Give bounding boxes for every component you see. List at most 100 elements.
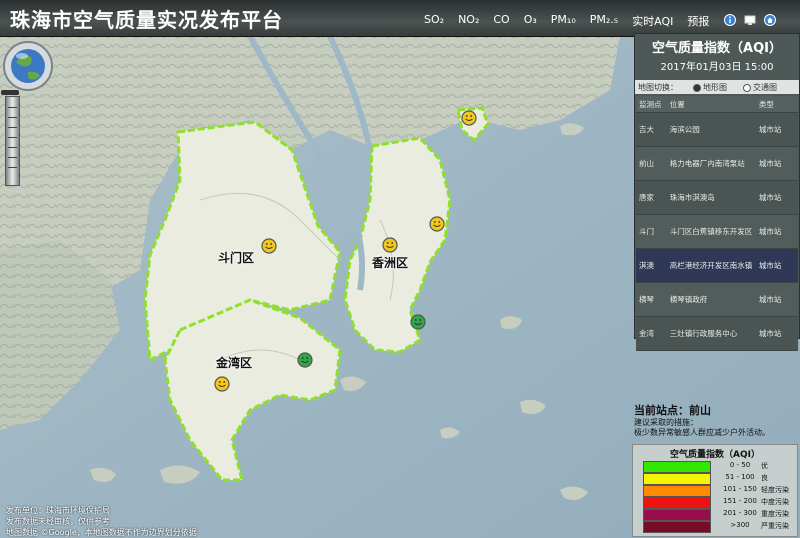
nav-no2[interactable]: NO₂ [458,13,479,29]
station-location-cell: 横琴镇政府 [668,282,758,317]
station-row[interactable]: 横琴 横琴镇政府 城市站 [636,282,798,317]
nav-o3[interactable]: O₃ [524,13,537,29]
station-marker-icon[interactable] [461,110,477,126]
legend-item: 51 - 100 良 [643,473,793,485]
station-row[interactable]: 唐家 珠海市淇澳岛 城市站 [636,180,798,215]
footer-publisher: 发布单位：珠海市环境保护局 [6,506,110,515]
legend-range: 0 - 50 [729,461,751,469]
station-marker-icon[interactable] [382,237,398,253]
radio-terrain-icon[interactable] [693,83,701,92]
zoom-thumb[interactable] [1,90,19,95]
station-marker-icon[interactable] [429,216,445,232]
zoom-slider[interactable] [5,96,20,186]
legend-item: 101 - 150 轻度污染 [643,485,793,497]
station-marker-icon[interactable] [297,352,313,368]
station-type-cell: 城市站 [757,112,798,147]
app-header: 珠海市空气质量实况发布平台 SO₂ NO₂ CO O₃ PM₁₀ PM₂.₅ 实… [0,0,800,37]
station-row[interactable]: 淇澳 高栏港经济开发区南水镇 城市站 [636,248,798,283]
nav-so2[interactable]: SO₂ [424,13,444,29]
legend-swatch [643,509,711,521]
station-location-cell: 斗门区白蕉镇移东开发区 [668,214,758,249]
legend-item: 151 - 200 中度污染 [643,497,793,509]
screen-icon[interactable] [744,14,756,26]
station-type-cell: 城市站 [757,282,798,317]
district-label-jinwan: 金湾区 [216,356,253,370]
district-label-doumen: 斗门区 [218,251,255,265]
legend-level-name: 优 [761,462,768,470]
footer-disclaimer: 发布数据未经审核，仅供参考 [6,517,110,526]
legend-item: 0 - 50 优 [643,461,793,473]
station-type-cell: 城市站 [757,248,798,283]
switch-terrain[interactable]: 地形图 [693,82,727,93]
nav-realtime-aqi[interactable]: 实时AQI [632,13,673,29]
station-row[interactable]: 金湾 三灶镇行政服务中心 城市站 [636,316,798,351]
nav-co[interactable]: CO [493,13,509,29]
current-station-info: 当前站点：前山 建议采取的措施： 极少数异常敏感人群应减少户外活动。 [632,400,792,440]
district-label-xiangzhou: 香洲区 [372,256,409,270]
app-title: 珠海市空气质量实况发布平台 [10,8,283,32]
info-icon[interactable] [724,14,736,26]
station-type-cell: 城市站 [757,146,798,181]
nav-pm25[interactable]: PM₂.₅ [590,13,618,29]
station-table: 监测点 位置 类型 吉大 海滨公园 城市站 前山 格力电器厂内南湾泵站 城市站 唐家 珠海市淇… [636,96,798,351]
legend-item: >300 严重污染 [643,521,793,533]
station-location-cell: 海滨公园 [668,112,758,147]
legend-level-name: 重度污染 [761,510,789,518]
station-row[interactable]: 斗门 斗门区白蕉镇移东开发区 城市站 [636,214,798,249]
col-station: 监测点 [636,96,669,113]
aqi-panel-title: 空气质量指数（AQI） [652,41,782,56]
pan-control-globe-icon[interactable] [2,40,54,92]
footer: 发布单位：珠海市环境保护局 发布数据未经审核，仅供参考 地图数据 ©Google… [6,505,197,538]
station-name-cell: 前山 [636,146,669,181]
legend-level-name: 良 [761,474,768,482]
legend-title: 空气质量指数（AQI） [670,450,760,460]
station-location-cell: 高栏港经济开发区南水镇 [668,248,758,283]
station-name-cell: 唐家 [636,180,669,215]
pollutant-nav: SO₂ NO₂ CO O₃ PM₁₀ PM₂.₅ 实时AQI 预报 [424,13,709,29]
aqi-station-panel: 空气质量指数（AQI） 2017年01月03日 15:00 地图切换： 地形图 … [634,33,800,351]
col-location: 位置 [668,96,758,113]
legend-range: 101 - 150 [723,485,757,493]
switch-traffic[interactable]: 交通图 [743,82,777,93]
station-marker-icon[interactable] [261,238,277,254]
legend-range: 201 - 300 [723,509,757,517]
legend-level-name: 严重污染 [761,522,789,530]
legend-range: 151 - 200 [723,497,757,505]
nav-forecast[interactable]: 预报 [687,13,709,29]
station-location-cell: 三灶镇行政服务中心 [668,316,758,351]
legend-level-name: 中度污染 [761,498,789,506]
map-switch-label: 地图切换： [638,83,678,92]
station-row[interactable]: 吉大 海滨公园 城市站 [636,112,798,147]
aqi-legend: 空气质量指数（AQI） 0 - 50 优 51 - 100 良 101 - 150 轻度污… [632,444,798,537]
station-location-cell: 珠海市淇澳岛 [668,180,758,215]
station-name-cell: 斗门 [636,214,669,249]
legend-swatch [643,497,711,509]
legend-range: >300 [730,521,750,529]
station-type-cell: 城市站 [757,316,798,351]
station-name-cell: 金湾 [636,316,669,351]
legend-level-name: 轻度污染 [761,486,789,494]
station-name-cell: 横琴 [636,282,669,317]
station-type-cell: 城市站 [757,180,798,215]
advice-text: 极少数异常敏感人群应减少户外活动。 [634,428,770,437]
map-switch: 地图切换： 地形图 交通图 [635,80,799,94]
station-marker-icon[interactable] [410,314,426,330]
legend-swatch [643,485,711,497]
station-name-cell: 吉大 [636,112,669,147]
legend-swatch [643,461,711,473]
station-location-cell: 格力电器厂内南湾泵站 [668,146,758,181]
station-name-cell: 淇澳 [636,248,669,283]
nav-pm10[interactable]: PM₁₀ [551,13,576,29]
current-station: 当前站点：前山 [634,404,711,417]
station-marker-icon[interactable] [214,376,230,392]
radio-traffic-icon[interactable] [743,83,751,92]
legend-swatch [643,473,711,485]
col-type: 类型 [757,96,798,113]
legend-swatch [643,521,711,533]
aqi-panel-time: 2017年01月03日 15:00 [660,62,774,73]
station-row[interactable]: 前山 格力电器厂内南湾泵站 城市站 [636,146,798,181]
legend-range: 51 - 100 [725,473,755,481]
station-type-cell: 城市站 [757,214,798,249]
legend-item: 201 - 300 重度污染 [643,509,793,521]
home-icon[interactable] [764,14,776,26]
